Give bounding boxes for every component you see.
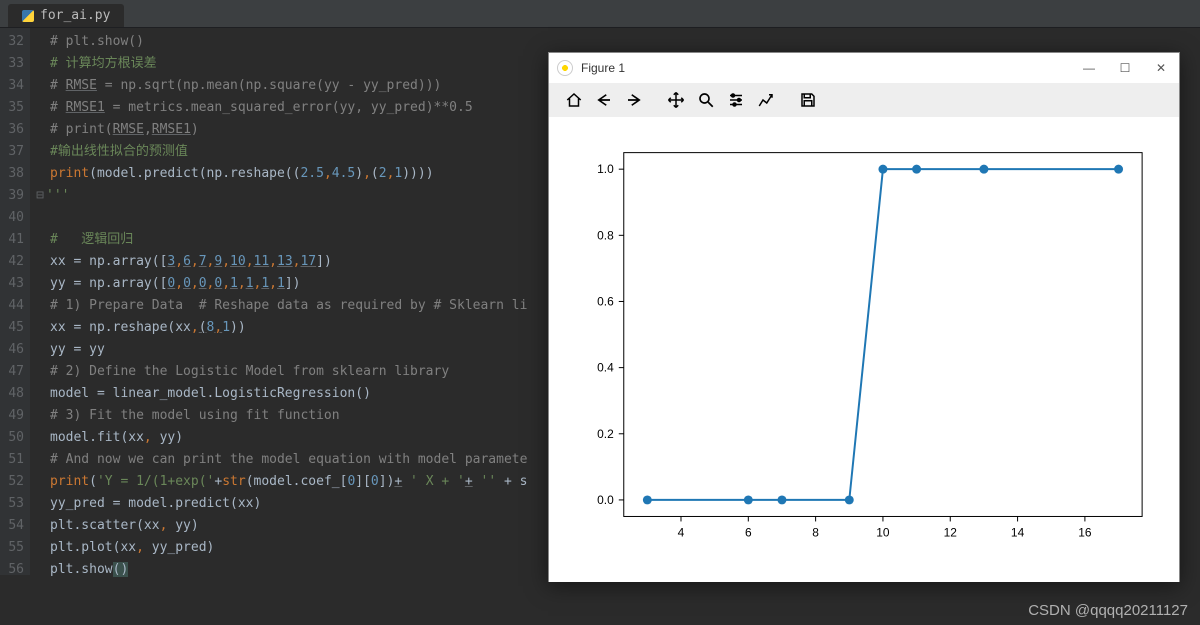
back-icon[interactable] [593,89,615,111]
pan-icon[interactable] [665,89,687,111]
plot-toolbar [549,83,1179,117]
close-button[interactable]: ✕ [1151,58,1171,78]
matplotlib-icon [557,60,573,76]
svg-text:1.0: 1.0 [597,162,614,176]
svg-text:4: 4 [678,525,685,539]
save-icon[interactable] [797,89,819,111]
svg-text:16: 16 [1078,525,1092,539]
zoom-icon[interactable] [695,89,717,111]
svg-text:14: 14 [1011,525,1025,539]
svg-text:0.2: 0.2 [597,427,614,441]
home-icon[interactable] [563,89,585,111]
svg-text:12: 12 [944,525,958,539]
tab-bar: for_ai.py [0,0,1200,28]
svg-text:0.0: 0.0 [597,493,614,507]
svg-text:6: 6 [745,525,752,539]
svg-text:0.6: 0.6 [597,294,614,308]
watermark: CSDN @qqqq20211127 [1028,602,1188,619]
python-file-icon [22,10,34,22]
tab-label: for_ai.py [40,8,110,23]
matplotlib-figure-window: Figure 1 — ☐ ✕ 4 6 8 10 12 14 16 0.0 0.2 0.4 0.6 0.… [548,52,1180,582]
forward-icon[interactable] [623,89,645,111]
maximize-button[interactable]: ☐ [1115,58,1135,78]
line-number-gutter: 3233343536373839404142434445464748495051… [0,28,30,575]
svg-text:10: 10 [876,525,890,539]
edit-axes-icon[interactable] [755,89,777,111]
plot-canvas[interactable]: 4 6 8 10 12 14 16 0.0 0.2 0.4 0.6 0.8 1.0 [549,117,1179,582]
svg-text:0.4: 0.4 [597,361,614,375]
minimize-button[interactable]: — [1079,58,1099,78]
file-tab[interactable]: for_ai.py [8,4,124,27]
svg-text:8: 8 [812,525,819,539]
window-title: Figure 1 [581,61,625,75]
svg-text:0.8: 0.8 [597,228,614,242]
window-titlebar[interactable]: Figure 1 — ☐ ✕ [549,53,1179,83]
configure-icon[interactable] [725,89,747,111]
